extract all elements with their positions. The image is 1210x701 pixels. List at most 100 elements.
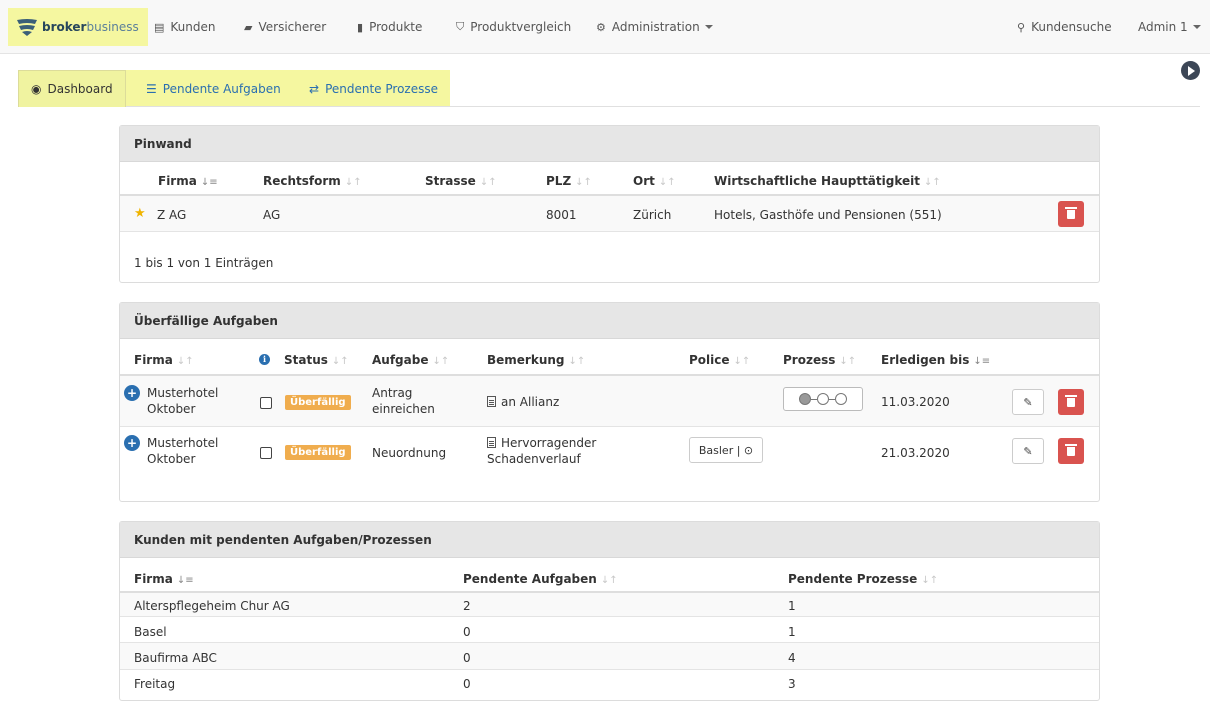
shield-icon: ⛉ [456,20,465,33]
row-divider [120,669,1099,670]
firma-link[interactable]: Basel [134,625,167,639]
sort-icon: ↓↑ [479,177,497,188]
overdue-tasks-panel: Überfällige Aufgaben Firma ↓↑ i Status ↓↑ … [119,302,1100,502]
ort-value: Zürich [633,208,672,222]
sort-icon: ↓↑ [658,177,676,188]
bemerkung-value: Hervorragender Schadenverlauf [487,436,597,466]
col-firma[interactable]: Firma ↓≡ [158,174,218,188]
nav-versicherer[interactable]: ▰ Versicherer [244,0,326,54]
tab-pendente-aufgaben[interactable]: ☰ Pendente Aufgaben [146,70,281,107]
sort-icon: ↓↑ [344,177,362,188]
trash-icon [1065,206,1077,219]
play-tour-button[interactable] [1181,61,1200,80]
top-navbar: brokerbusiness ▤ Kunden ▰ Versicherer ▮ Pro… [0,0,1210,54]
row-checkbox[interactable] [260,447,272,459]
table-row [120,643,1099,669]
process-step [835,393,847,405]
trash-icon [1065,443,1077,456]
briefcase-icon: ▰ [244,20,253,34]
expand-row-icon[interactable]: + [124,435,140,451]
tab-dashboard[interactable]: ◉ Dashboard [18,70,126,107]
document-icon [487,437,496,448]
process-indicator[interactable] [783,387,863,411]
prozesse-count-link[interactable]: 4 [788,651,796,665]
prozesse-count-link[interactable]: 1 [788,599,796,613]
plz-value: 8001 [546,208,577,222]
delete-button[interactable] [1058,201,1084,227]
delete-button[interactable] [1058,389,1084,415]
table-info: 1 bis 1 von 1 Einträgen [134,256,274,270]
firma-link[interactable]: Musterhotel Oktober [147,385,242,417]
col-pendente-aufgaben[interactable]: Pendente Aufgaben ↓↑ [463,572,618,586]
nav-kunden[interactable]: ▤ Kunden [154,0,216,54]
sort-icon: ↓↑ [575,177,592,188]
nav-kundensuche[interactable]: ⚲ Kundensuche [1017,0,1112,54]
process-step-done [799,393,811,405]
erledigen-value: 21.03.2020 [881,446,950,460]
edit-icon: ✎ [1023,395,1033,409]
expand-row-icon[interactable]: + [124,385,140,401]
search-icon: ⚲ [1017,20,1026,34]
col-pendente-prozesse[interactable]: Pendente Prozesse ↓↑ [788,572,938,586]
col-strasse[interactable]: Strasse ↓↑ [425,174,497,188]
brand-logo[interactable]: brokerbusiness [8,8,148,46]
sort-asc-icon: ↓≡ [176,575,194,586]
firma-link[interactable]: Alterspflegeheim Chur AG [134,599,290,613]
firma-link[interactable]: Baufirma ABC [134,651,217,665]
nav-administration[interactable]: ⚙ Administration [596,0,713,54]
tab-pendente-prozesse[interactable]: ⇄ Pendente Prozesse [309,70,438,107]
pinwand-title: Pinwand [120,126,1099,162]
firma-link[interactable]: Freitag [134,677,175,691]
star-icon[interactable]: ★ [134,206,146,221]
brand-name: brokerbusiness [42,20,139,34]
prozesse-count-link[interactable]: 1 [788,625,796,639]
row-checkbox[interactable] [260,397,272,409]
col-ort[interactable]: Ort ↓↑ [633,174,676,188]
delete-button[interactable] [1058,438,1084,464]
id-card-icon: ▤ [154,20,165,34]
caret-down-icon [1192,25,1201,29]
sort-icon: ↓↑ [176,356,194,367]
trash-icon [1065,394,1077,407]
sort-asc-icon: ↓≡ [200,177,218,188]
col-aufgabe[interactable]: Aufgabe ↓↑ [372,353,449,367]
aufgaben-count-link[interactable]: 0 [463,625,471,639]
caret-down-icon [704,25,713,29]
col-prozess[interactable]: Prozess ↓↑ [783,353,856,367]
aufgabe-value: Antrag einreichen [372,386,435,416]
taetigkeit-value: Hotels, Gasthöfe und Pensionen (551) [714,208,942,222]
aufgaben-count-link[interactable]: 0 [463,677,471,691]
col-plz[interactable]: PLZ ↓↑ [546,174,592,188]
col-bemerkung[interactable]: Bemerkung ↓↑ [487,353,585,367]
col-police[interactable]: Police ↓↑ [689,353,750,367]
bemerkung-value: an Allianz [487,395,559,409]
pinwand-panel: Pinwand Firma ↓≡ Rechtsform ↓↑ Strasse ↓↑ P… [119,125,1100,283]
nav-produkte[interactable]: ▮ Produkte [357,0,422,54]
col-erledigen[interactable]: Erledigen bis ↓≡ [881,353,990,367]
col-rechtsform[interactable]: Rechtsform ↓↑ [263,174,362,188]
edit-button[interactable]: ✎ [1012,438,1044,464]
firma-link[interactable]: Z AG [157,208,186,222]
sort-icon: ↓↑ [924,177,941,188]
col-taetigkeit[interactable]: Wirtschaftliche Haupttätigkeit ↓↑ [714,174,941,188]
aufgaben-count-link[interactable]: 2 [463,599,471,613]
customers-pending-panel: Kunden mit pendenten Aufgaben/Prozessen … [119,521,1100,701]
sort-asc-icon: ↓≡ [973,356,991,367]
exchange-icon: ⇄ [309,81,320,96]
edit-icon: ✎ [1023,444,1033,458]
nav-produktvergleich[interactable]: ⛉ Produktvergleich [456,0,571,54]
police-button[interactable]: Basler | ⊙ [689,437,763,463]
col-status[interactable]: Status ↓↑ [284,353,349,367]
edit-button[interactable]: ✎ [1012,389,1044,415]
col-firma[interactable]: Firma ↓≡ [134,572,194,586]
prozesse-count-link[interactable]: 3 [788,677,796,691]
info-icon[interactable]: i [259,354,270,365]
row-divider [120,426,1099,427]
sort-icon: ↓↑ [921,575,939,586]
firma-link[interactable]: Musterhotel Oktober [147,435,242,467]
sort-icon: ↓↑ [733,356,751,367]
aufgaben-count-link[interactable]: 0 [463,651,471,665]
nav-user-menu[interactable]: Admin 1 [1138,0,1201,54]
col-firma[interactable]: Firma ↓↑ [134,353,194,367]
list-icon: ☰ [146,81,157,96]
